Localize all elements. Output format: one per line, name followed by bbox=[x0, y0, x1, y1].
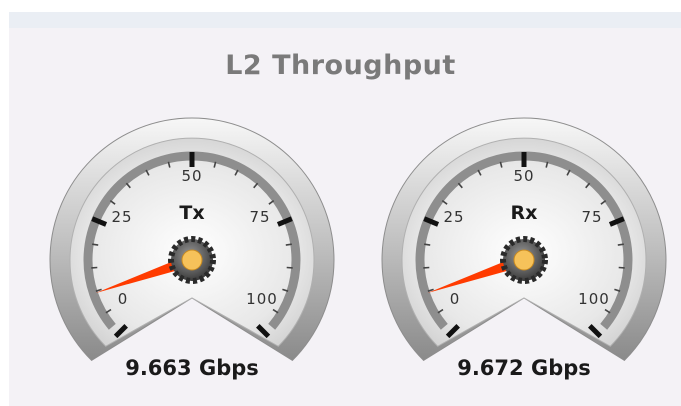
minor-tick bbox=[285, 243, 292, 246]
minor-tick bbox=[424, 243, 431, 246]
scale-label-25: 25 bbox=[111, 208, 132, 226]
gauge-label-rx: Rx bbox=[511, 202, 538, 224]
scale-label-50: 50 bbox=[513, 167, 534, 185]
rx-gauge: 0 25 50 75 100 Rx bbox=[379, 112, 669, 362]
scale-label-75: 75 bbox=[581, 208, 602, 226]
scale-label-100: 100 bbox=[578, 290, 610, 308]
scale-label-25: 25 bbox=[443, 208, 464, 226]
rx-readout: 9.672 Gbps bbox=[457, 356, 591, 380]
tx-gauge: 0 25 50 75 100 Tx bbox=[47, 112, 337, 362]
minor-tick bbox=[92, 243, 99, 246]
needle-hub bbox=[500, 236, 548, 284]
panel-header-strip bbox=[9, 12, 681, 28]
minor-tick bbox=[617, 243, 624, 246]
scale-label-0: 0 bbox=[118, 290, 129, 308]
scale-label-100: 100 bbox=[246, 290, 278, 308]
tx-readout: 9.663 Gbps bbox=[125, 356, 259, 380]
page-title: L2 Throughput bbox=[225, 50, 456, 81]
scale-label-50: 50 bbox=[181, 167, 202, 185]
needle-hub bbox=[168, 236, 216, 284]
gauge-label-tx: Tx bbox=[179, 202, 204, 224]
scale-label-75: 75 bbox=[249, 208, 270, 226]
scale-label-0: 0 bbox=[450, 290, 461, 308]
